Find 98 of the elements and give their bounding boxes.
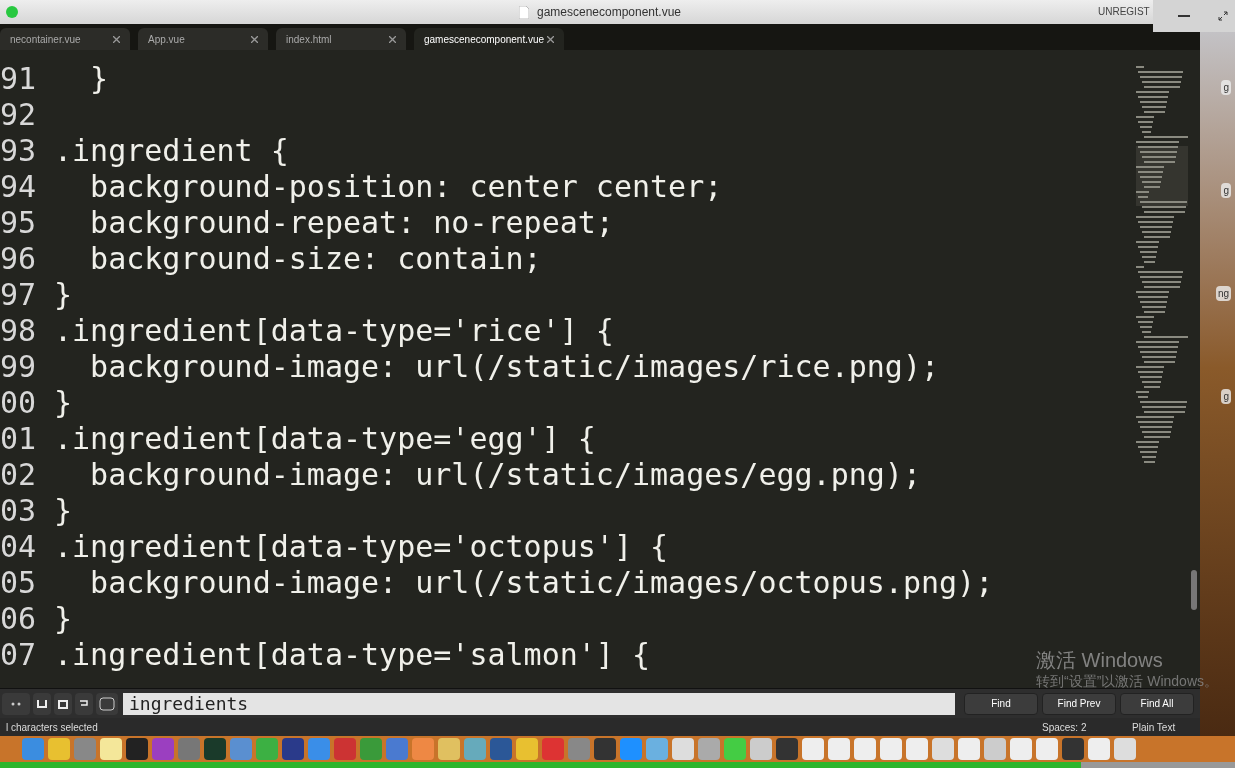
window-title: gamescenecomponent.vue xyxy=(536,4,682,21)
line-number: 02 xyxy=(0,455,38,494)
dock-app-icon[interactable] xyxy=(1114,738,1136,760)
line-number: 93 xyxy=(0,131,38,170)
dock-app-icon[interactable] xyxy=(854,738,876,760)
file-tab[interactable]: index.html xyxy=(276,28,406,50)
dock-app-icon[interactable] xyxy=(438,738,460,760)
dock-app-icon[interactable] xyxy=(1062,738,1084,760)
syntax-status[interactable]: Plain Text xyxy=(1132,719,1194,735)
dock-app-icon[interactable] xyxy=(204,738,226,760)
line-number: 92 xyxy=(0,95,38,134)
dock-app-icon[interactable] xyxy=(282,738,304,760)
dock-app-icon[interactable] xyxy=(1010,738,1032,760)
dock-app-icon[interactable] xyxy=(48,738,70,760)
line-number: 06 xyxy=(0,599,38,638)
close-icon[interactable] xyxy=(251,35,258,43)
dock-app-icon[interactable] xyxy=(1036,738,1058,760)
dock-app-icon[interactable] xyxy=(334,738,356,760)
toggle-icon[interactable] xyxy=(2,692,30,715)
dock-app-icon[interactable] xyxy=(672,738,694,760)
code-line: } xyxy=(89,59,109,98)
close-icon[interactable] xyxy=(113,35,120,43)
dock-app-icon[interactable] xyxy=(100,738,122,760)
code-line: background-position: center center; xyxy=(89,167,723,206)
line-number: 98 xyxy=(0,311,38,350)
dock-app-icon[interactable] xyxy=(1088,738,1110,760)
selection-status: l characters selected xyxy=(6,720,99,735)
code-line: } xyxy=(54,275,73,314)
dock-app-icon[interactable] xyxy=(906,738,928,760)
dock-app-icon[interactable] xyxy=(256,738,278,760)
indentation-status[interactable]: Spaces: 2 xyxy=(1042,719,1132,735)
file-tab[interactable]: gamescenecomponent.vue xyxy=(414,28,564,50)
code-line: background-size: contain; xyxy=(89,239,542,278)
line-number: 00 xyxy=(0,383,38,422)
line-number: 03 xyxy=(0,491,38,530)
find-input[interactable]: ingredients xyxy=(123,692,955,715)
find-button[interactable]: Find Prev xyxy=(1042,692,1116,715)
resize-icon[interactable] xyxy=(1218,11,1228,21)
line-number: 97 xyxy=(0,275,38,314)
dock-app-icon[interactable] xyxy=(932,738,954,760)
desktop-icon-label[interactable]: g xyxy=(1221,80,1231,95)
code-line: .ingredient[data-type='egg'] { xyxy=(54,419,596,458)
dock-app-icon[interactable] xyxy=(698,738,720,760)
minimize-icon[interactable] xyxy=(1178,15,1190,17)
dock-app-icon[interactable] xyxy=(984,738,1006,760)
file-icon xyxy=(518,5,529,19)
dock-app-icon[interactable] xyxy=(412,738,434,760)
dock-app-icon[interactable] xyxy=(828,738,850,760)
code-line: } xyxy=(54,383,73,422)
dock-app-icon[interactable] xyxy=(880,738,902,760)
line-number: 99 xyxy=(0,347,38,386)
dock-app-icon[interactable] xyxy=(750,738,772,760)
case-toggle-icon[interactable] xyxy=(33,692,51,715)
file-tab[interactable]: App.vue xyxy=(138,28,268,50)
desktop-icon-label[interactable]: ng xyxy=(1215,286,1231,301)
highlight-toggle-icon[interactable] xyxy=(96,692,118,715)
dock-app-icon[interactable] xyxy=(776,738,798,760)
activation-subtitle: 转到“设置”以激活 Windows。 xyxy=(1036,672,1218,690)
line-number: 91 xyxy=(0,59,38,98)
code-line: background-image: url(/static/images/rice.png); xyxy=(89,347,939,386)
file-tab[interactable]: necontainer.vue xyxy=(0,28,130,50)
scrollbar-thumb[interactable] xyxy=(1191,570,1197,610)
line-number: 05 xyxy=(0,563,38,602)
line-number: 04 xyxy=(0,527,38,566)
dock-app-icon[interactable] xyxy=(594,738,616,760)
dock-app-icon[interactable] xyxy=(126,738,148,760)
line-number: 01 xyxy=(0,419,38,458)
code-line: } xyxy=(54,599,73,638)
dock-app-icon[interactable] xyxy=(152,738,174,760)
code-line: background-image: url(/static/images/octopus.png); xyxy=(89,563,994,602)
line-number: 95 xyxy=(0,203,38,242)
code-line: } xyxy=(54,491,73,530)
dock-app-icon[interactable] xyxy=(802,738,824,760)
dock-app-icon[interactable] xyxy=(464,738,486,760)
dock-app-icon[interactable] xyxy=(958,738,980,760)
line-number: 94 xyxy=(0,167,38,206)
code-line: .ingredient[data-type='octopus'] { xyxy=(54,527,669,566)
code-line: .ingredient { xyxy=(54,131,289,170)
close-icon[interactable] xyxy=(547,35,554,43)
code-line: background-image: url(/static/images/egg.png); xyxy=(89,455,921,494)
find-button[interactable]: Find xyxy=(964,692,1038,715)
close-icon[interactable] xyxy=(389,35,396,43)
line-number: 07 xyxy=(0,635,38,674)
dock-app-icon[interactable] xyxy=(724,738,746,760)
wrap-toggle-icon[interactable] xyxy=(54,692,72,715)
dock-app-icon[interactable] xyxy=(516,738,538,760)
license-label: UNREGIST xyxy=(1098,6,1150,18)
code-line: .ingredient[data-type='salmon'] { xyxy=(54,635,651,674)
desktop-icon-label[interactable]: g xyxy=(1221,183,1231,198)
code-line: background-repeat: no-repeat; xyxy=(89,203,614,242)
find-button[interactable]: Find All xyxy=(1120,692,1194,715)
dock-app-icon[interactable] xyxy=(490,738,512,760)
desktop-icon-label[interactable]: g xyxy=(1221,389,1231,404)
activation-title: 激活 Windows xyxy=(1036,648,1164,672)
line-number: 96 xyxy=(0,239,38,278)
selection-toggle-icon[interactable] xyxy=(75,692,93,715)
code-line: .ingredient[data-type='rice'] { xyxy=(54,311,614,350)
dock-app-icon[interactable] xyxy=(646,738,668,760)
